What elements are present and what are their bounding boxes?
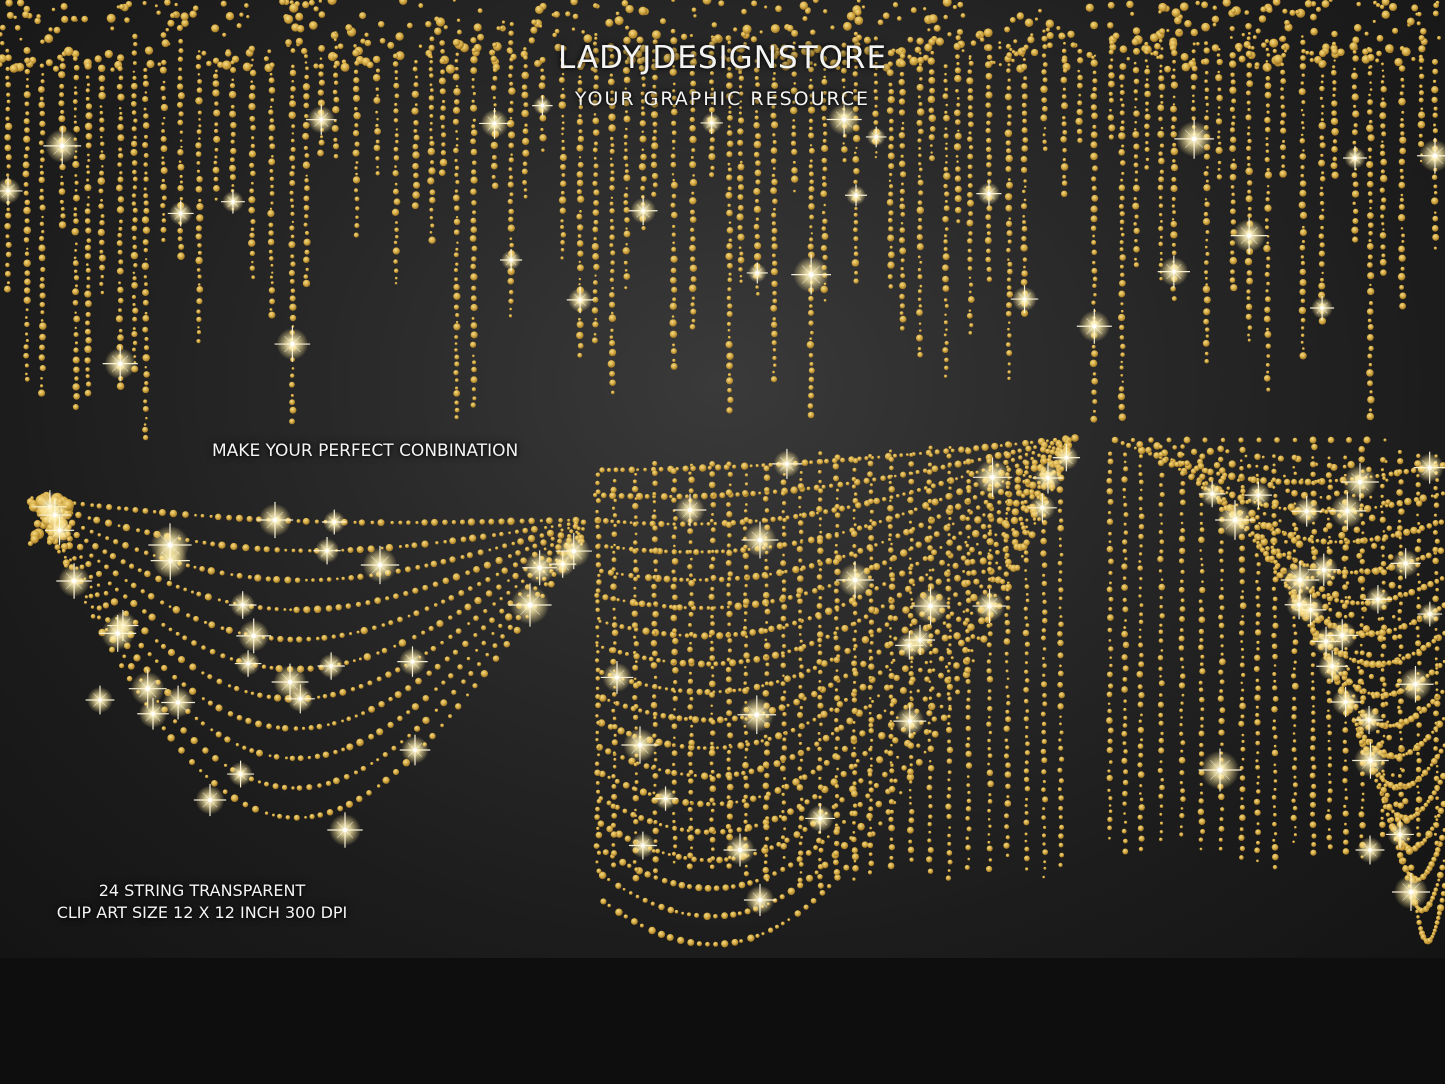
sparkle-icon xyxy=(508,583,552,627)
sparkle-icon xyxy=(327,812,363,848)
sparkle-icon xyxy=(737,695,777,735)
promo-headline: MAKE YOUR PERFECT CONBINATION xyxy=(212,441,519,461)
sparkle-icon xyxy=(256,501,294,539)
sparkle-icon xyxy=(1198,748,1242,792)
sparkle-icon xyxy=(479,108,510,139)
sparkle-icon xyxy=(746,262,768,284)
brand-subtitle: YOUR GRAPHIC RESOURCE xyxy=(574,88,871,110)
sparkle-icon xyxy=(167,200,194,227)
brand-title: LADYJDESIGNSTORE xyxy=(557,40,888,76)
sparkle-icon xyxy=(234,650,262,677)
sparkle-icon xyxy=(1390,548,1421,579)
sparkle-icon xyxy=(221,189,245,214)
sparkle-icon xyxy=(321,509,347,535)
sparkle-icon xyxy=(1310,295,1335,321)
sparkle-icon xyxy=(653,786,678,811)
sparkle-icon xyxy=(313,537,341,565)
sparkle-icon xyxy=(193,783,227,817)
sparkle-icon xyxy=(1363,585,1393,614)
sparkle-icon xyxy=(1343,146,1367,170)
sparkle-icon xyxy=(628,831,657,860)
swag-strands-center xyxy=(592,434,1079,948)
sparkle-icon xyxy=(771,448,802,479)
sparkle-icon xyxy=(236,618,272,654)
sparkle-icon xyxy=(845,184,867,207)
sparkle-icon xyxy=(893,704,927,738)
sparkle-icon xyxy=(972,589,1007,624)
sparkle-icon xyxy=(1355,835,1385,865)
sparkle-icon xyxy=(500,248,523,272)
sparkle-icon xyxy=(0,176,23,206)
footer-band xyxy=(0,958,1445,1084)
sparkle-icon xyxy=(1010,285,1039,313)
sparkle-icon xyxy=(102,346,138,382)
sparkle-icon xyxy=(805,803,836,834)
sparkle-icon xyxy=(1397,665,1434,703)
sparkle-icon xyxy=(360,545,400,585)
spec-line: CLIP ART SIZE 12 X 12 INCH 300 DPI xyxy=(56,903,348,922)
sparkle-icon xyxy=(976,181,1002,207)
sparkle-icon xyxy=(741,521,779,559)
sparkle-icon xyxy=(1174,119,1214,159)
sparkle-icon xyxy=(1230,217,1268,254)
sparkle-icon xyxy=(865,126,887,148)
sparkle-icon xyxy=(628,196,658,226)
sparkle-icon xyxy=(700,111,723,135)
sparkle-icon xyxy=(1291,495,1323,527)
sparkle-icon xyxy=(566,286,594,314)
sparkle-icon xyxy=(1076,308,1112,344)
swag-strands-left xyxy=(26,491,587,821)
artwork-canvas xyxy=(0,0,1445,958)
spec-line: 24 STRING TRANSPARENT xyxy=(98,881,306,900)
sparkle-icon xyxy=(274,326,311,362)
sparkle-icon xyxy=(397,646,428,677)
sparkle-icon xyxy=(227,760,254,788)
sparkle-icon xyxy=(317,652,345,680)
sparkle-icon xyxy=(56,563,92,599)
sparkle-icon xyxy=(1417,601,1443,627)
product-preview: LADYJDESIGNSTORE YOUR GRAPHIC RESOURCE M… xyxy=(0,0,1445,1084)
swag-strands-right xyxy=(1106,436,1445,945)
sparkle-highlights xyxy=(0,95,1445,917)
sparkle-icon xyxy=(85,685,115,715)
sparkle-icon xyxy=(911,586,950,626)
gold-string-lights-artwork xyxy=(0,0,1445,948)
sparkle-icon xyxy=(228,591,257,619)
sparkle-icon xyxy=(600,661,634,694)
